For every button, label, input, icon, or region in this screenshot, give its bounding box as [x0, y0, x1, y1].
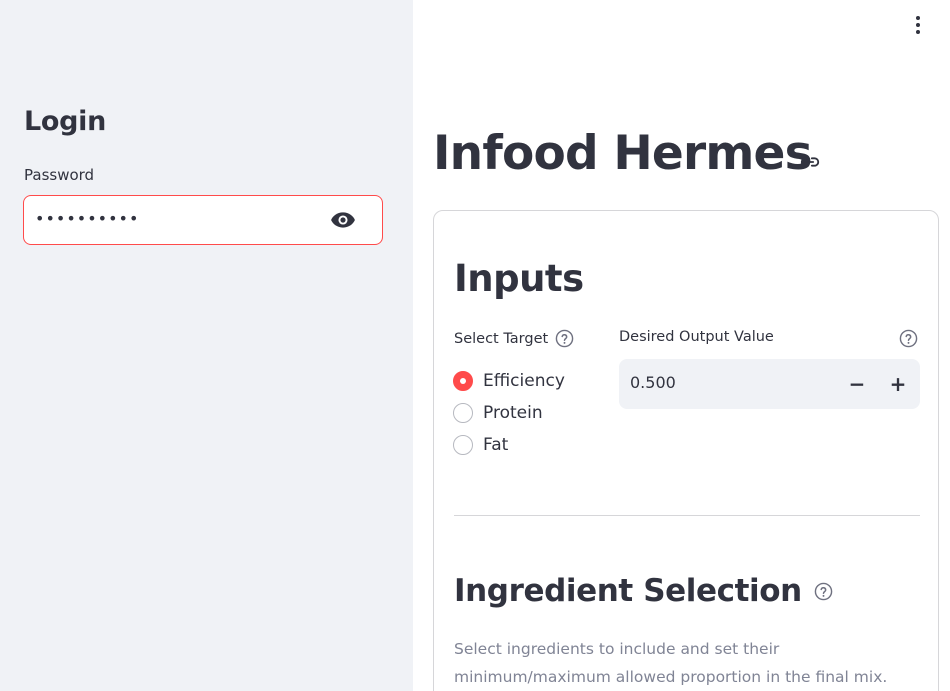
- desired-output-label: Desired Output Value: [619, 329, 774, 345]
- radio-label: Protein: [483, 403, 543, 423]
- sidebar-title: Login: [24, 106, 107, 137]
- desired-output-value[interactable]: 0.500: [630, 373, 676, 392]
- radio-fat[interactable]: Fat: [453, 429, 565, 461]
- ingredient-heading-group: Ingredient Selection: [454, 573, 833, 609]
- radio-label: Efficiency: [483, 371, 565, 391]
- sidebar: Login Password ••••••••••: [0, 0, 413, 691]
- password-field[interactable]: ••••••••••: [23, 195, 383, 245]
- vertical-ellipsis-icon[interactable]: [909, 14, 927, 36]
- help-icon[interactable]: [814, 582, 833, 601]
- page-title: Infood Hermes: [433, 126, 813, 181]
- help-icon[interactable]: [555, 329, 574, 348]
- radio-protein[interactable]: Protein: [453, 397, 565, 429]
- increment-button[interactable]: +: [883, 369, 913, 399]
- password-value[interactable]: ••••••••••: [35, 209, 139, 228]
- help-icon[interactable]: [899, 329, 918, 348]
- radio-label: Fat: [483, 435, 509, 455]
- ingredient-selection-heading: Ingredient Selection: [454, 573, 802, 609]
- radio-indicator[interactable]: [453, 403, 473, 423]
- ingredient-description: Select ingredients to include and set th…: [454, 640, 888, 686]
- decrement-button[interactable]: −: [842, 369, 872, 399]
- link-icon[interactable]: [799, 151, 821, 173]
- radio-indicator[interactable]: [453, 435, 473, 455]
- password-label: Password: [24, 166, 95, 184]
- radio-selected-indicator[interactable]: [453, 371, 473, 391]
- eye-icon[interactable]: [330, 210, 356, 230]
- select-target-label-group: Select Target: [454, 329, 574, 348]
- inputs-heading: Inputs: [454, 257, 584, 300]
- select-target-label: Select Target: [454, 330, 549, 347]
- radio-efficiency[interactable]: Efficiency: [453, 365, 565, 397]
- inputs-card: Inputs Select Target Efficiency Protein …: [433, 210, 939, 691]
- target-radio-group: Efficiency Protein Fat: [453, 365, 565, 461]
- desired-output-input[interactable]: 0.500 − +: [619, 359, 920, 409]
- section-divider: [454, 515, 920, 516]
